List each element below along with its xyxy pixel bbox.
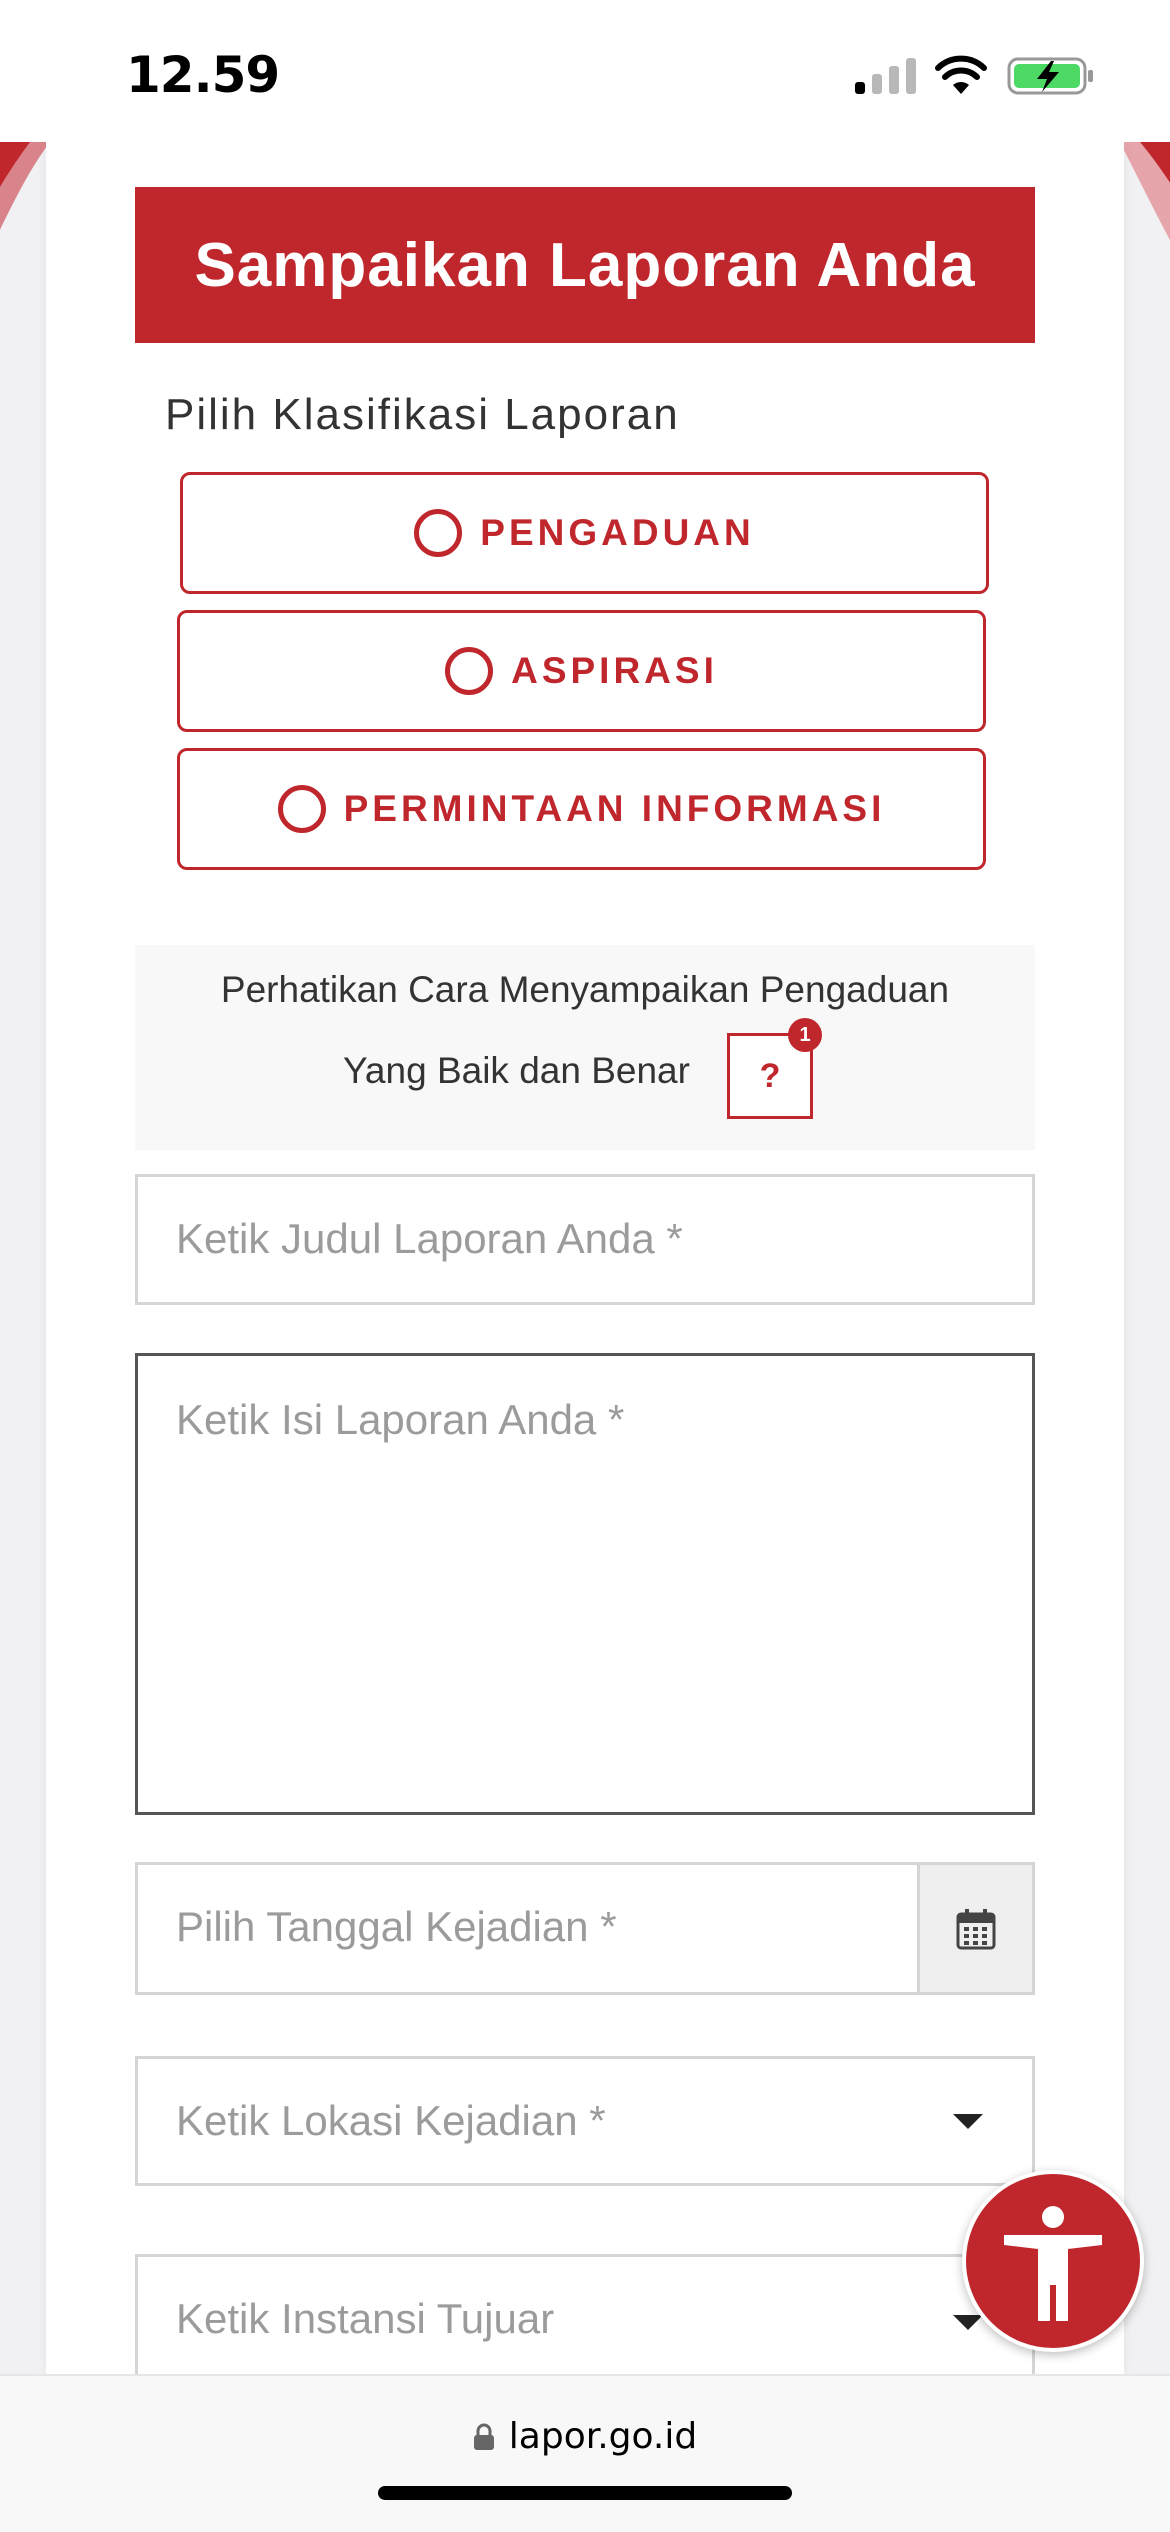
option-label: PENGADUAN [480, 512, 755, 553]
report-title-placeholder: Ketik Judul Laporan Anda * [176, 1215, 683, 1262]
notice-text-line1: Perhatikan Cara Menyampaikan Pengaduan [220, 969, 950, 1010]
calendar-icon [956, 1908, 996, 1949]
lock-icon [473, 2423, 494, 2450]
url-container[interactable]: lapor.go.id [0, 2416, 1170, 2457]
radio-circle-icon[interactable] [414, 509, 463, 557]
radio-circle-icon[interactable] [277, 785, 326, 833]
form-title: Sampaikan Laporan Anda [135, 187, 1035, 343]
notification-badge: 1 [788, 1018, 822, 1052]
option-permintaan-informasi[interactable]: PERMINTAAN INFORMASI [177, 748, 986, 870]
notice-text-line2: Yang Baik dan Benar [343, 1050, 690, 1091]
option-label: PERMINTAAN INFORMASI [343, 788, 886, 829]
incident-date-input[interactable]: Pilih Tanggal Kejadian * [135, 1862, 1035, 1995]
accessibility-button[interactable] [962, 2170, 1144, 2352]
status-time: 12.59 [126, 46, 280, 104]
incident-location-placeholder: Ketik Lokasi Kejadian * [176, 2097, 606, 2144]
url-text: lapor.go.id [508, 2416, 698, 2457]
accessibility-icon [1004, 2206, 1102, 2321]
decorative-wave-right [1120, 142, 1170, 241]
browser-address-bar[interactable]: lapor.go.id [0, 2374, 1170, 2532]
report-title-input[interactable]: Ketik Judul Laporan Anda * [135, 1174, 1035, 1305]
caret-down-icon [953, 2315, 983, 2330]
option-pengaduan[interactable]: PENGADUAN [180, 472, 989, 594]
target-agency-placeholder: Ketik Instansi Tujuar [176, 2295, 555, 2342]
radio-circle-icon[interactable] [445, 647, 494, 695]
option-label: ASPIRASI [511, 650, 718, 691]
option-aspirasi[interactable]: ASPIRASI [177, 610, 986, 732]
incident-location-select[interactable]: Ketik Lokasi Kejadian * [135, 2056, 1035, 2186]
classification-label: Pilih Klasifikasi Laporan [165, 390, 680, 439]
battery-charging-icon [1007, 57, 1093, 95]
target-agency-select[interactable]: Ketik Instansi Tujuar [135, 2254, 1035, 2394]
status-bar: 12.59 [0, 0, 1170, 142]
incident-date-placeholder: Pilih Tanggal Kejadian * [176, 1903, 617, 1950]
signal-icon [855, 58, 916, 94]
wifi-icon [935, 55, 987, 94]
report-body-placeholder: Ketik Isi Laporan Anda * [176, 1396, 625, 1443]
guidance-notice: Perhatikan Cara Menyampaikan Pengaduan Y… [135, 945, 1035, 1150]
calendar-button[interactable] [917, 1865, 1032, 1992]
decorative-wave-left [0, 142, 50, 230]
report-body-textarea[interactable]: Ketik Isi Laporan Anda * [135, 1353, 1035, 1815]
caret-down-icon [953, 2114, 983, 2129]
home-indicator[interactable] [378, 2486, 792, 2500]
